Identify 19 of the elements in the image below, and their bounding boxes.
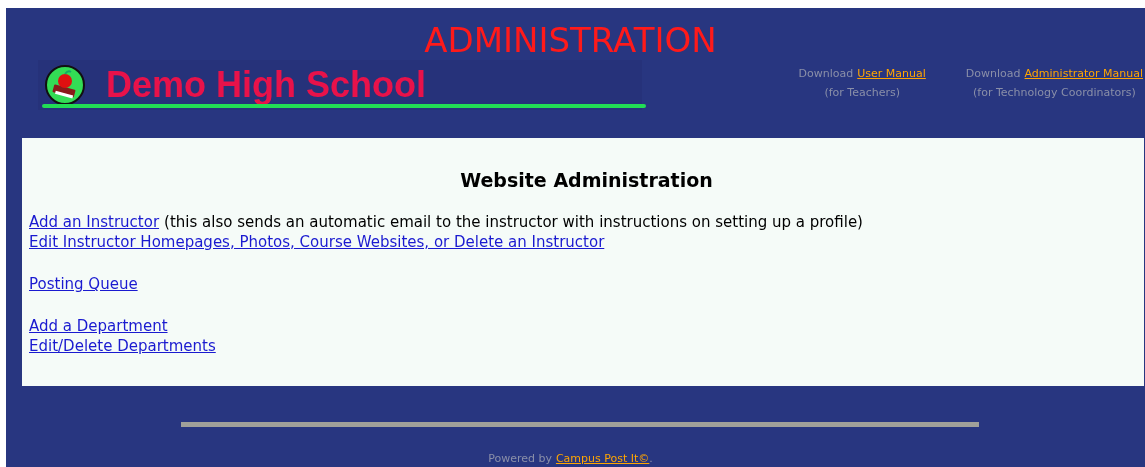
manual-audience: (for Teachers) [824,85,901,101]
download-label: Download [798,66,854,82]
section-heading: Website Administration [459,168,714,192]
download-label: Download [965,66,1021,82]
admin-link[interactable]: Add an Instructor [29,212,160,232]
page-title: ADMINISTRATION [423,20,718,60]
link-description: (this also sends an automatic email to the instructor with instructions on setting up a profile) [164,212,863,232]
apple-on-book-icon [44,64,86,106]
footer-link[interactable]: Campus Post It© [555,450,650,467]
footer-period: . [649,450,653,467]
manual-link[interactable]: User Manual [857,64,926,83]
footer-label: Powered by [488,450,552,467]
school-name: Demo High School [106,65,426,105]
admin-link[interactable]: Add a Department [29,316,168,336]
admin-link[interactable]: Edit/Delete Departments [29,336,216,356]
admin-link[interactable]: Posting Queue [29,274,138,294]
manual-audience: (for Technology Coordinators) [973,85,1136,101]
admin-link[interactable]: Edit Instructor Homepages, Photos, Course Websites, or Delete an Instructor [29,232,605,252]
manual-link[interactable]: Administrator Manual [1024,64,1143,83]
